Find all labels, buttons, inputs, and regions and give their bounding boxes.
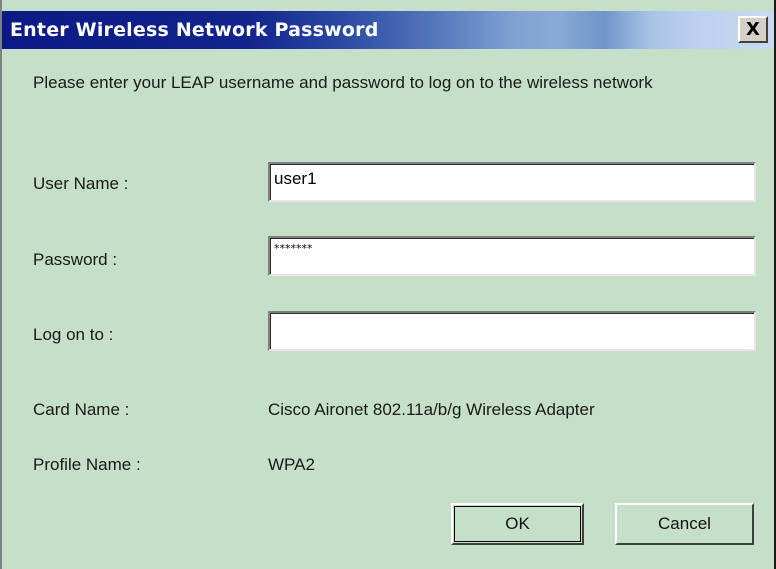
close-icon: X bbox=[746, 19, 760, 40]
username-field[interactable]: user1 bbox=[268, 162, 756, 202]
dialog-title: Enter Wireless Network Password bbox=[10, 19, 379, 41]
profile-name-label: Profile Name : bbox=[33, 455, 141, 474]
logon-label: Log on to : bbox=[33, 325, 114, 344]
ok-button-label: OK bbox=[505, 514, 530, 533]
username-value: user1 bbox=[274, 169, 317, 188]
dialog-window: Enter Wireless Network Password X Please… bbox=[0, 0, 776, 569]
cancel-button-label: Cancel bbox=[658, 514, 711, 533]
ok-button[interactable]: OK bbox=[451, 503, 584, 545]
username-label: User Name : bbox=[33, 174, 129, 193]
intro-text: Please enter your LEAP username and pass… bbox=[33, 73, 653, 92]
close-button[interactable]: X bbox=[738, 16, 768, 43]
title-bar[interactable]: Enter Wireless Network Password X bbox=[2, 11, 774, 49]
card-name-value: Cisco Aironet 802.11a/b/g Wireless Adapt… bbox=[268, 400, 595, 419]
cancel-button[interactable]: Cancel bbox=[615, 503, 754, 545]
profile-name-value: WPA2 bbox=[268, 455, 315, 474]
card-name-label: Card Name : bbox=[33, 400, 130, 419]
password-label: Password : bbox=[33, 250, 118, 269]
password-field[interactable]: ******* bbox=[268, 236, 756, 276]
logon-field[interactable] bbox=[268, 311, 756, 351]
password-value: ******* bbox=[274, 242, 313, 255]
